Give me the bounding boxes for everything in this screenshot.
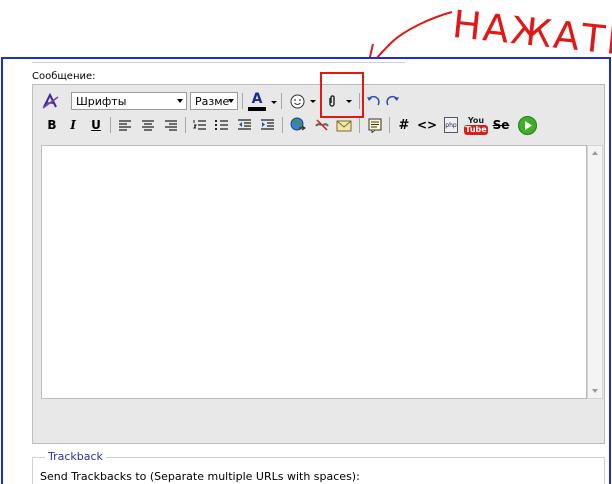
color-swatch bbox=[248, 106, 266, 111]
trackback-fieldset: Trackback Send Trackbacks to (Separate m… bbox=[32, 450, 605, 484]
toolbar-separator bbox=[282, 117, 283, 133]
toolbar-separator bbox=[359, 117, 360, 133]
quote-icon bbox=[368, 118, 382, 133]
toolbar-separator bbox=[110, 117, 111, 133]
bold-button[interactable]: B bbox=[44, 116, 60, 134]
scroll-up-icon[interactable] bbox=[592, 151, 598, 155]
redo-button[interactable] bbox=[385, 93, 401, 109]
outdent-button[interactable] bbox=[236, 117, 252, 133]
ordered-list-button[interactable] bbox=[191, 117, 207, 133]
media-play-button[interactable] bbox=[517, 115, 537, 135]
annotation-text: НАЖАТЬ bbox=[450, 2, 612, 65]
html-code-button[interactable]: <> bbox=[417, 116, 437, 134]
smilies-button[interactable] bbox=[288, 92, 306, 110]
chevron-down-icon bbox=[177, 99, 183, 103]
trackback-label: Send Trackbacks to (Separate multiple UR… bbox=[40, 470, 360, 483]
text-color-glyph: A bbox=[251, 90, 263, 107]
align-left-icon bbox=[119, 119, 131, 131]
trackback-legend: Trackback bbox=[45, 450, 106, 463]
insert-email-button[interactable] bbox=[335, 116, 353, 134]
ordered-list-icon bbox=[192, 120, 206, 130]
editor-toolbar: Шрифты Разме A B I U # <> php You Tube S… bbox=[33, 85, 604, 143]
bullet-list-icon bbox=[214, 120, 228, 130]
text-color-button[interactable]: A bbox=[245, 90, 269, 112]
size-select[interactable]: Разме bbox=[190, 92, 238, 110]
youtube-button[interactable]: You Tube bbox=[464, 114, 488, 136]
unordered-list-button[interactable] bbox=[213, 117, 229, 133]
remove-format-button[interactable] bbox=[41, 92, 61, 110]
strikethrough-button[interactable]: Se bbox=[490, 116, 512, 134]
divider bbox=[32, 59, 405, 63]
align-right-icon bbox=[165, 119, 177, 131]
font-select-value: Шрифты bbox=[76, 94, 127, 108]
insert-link-button[interactable] bbox=[289, 116, 307, 134]
italic-button[interactable]: I bbox=[65, 116, 81, 134]
annotation-highlight-box bbox=[320, 72, 364, 118]
php-code-button[interactable]: php bbox=[442, 116, 460, 134]
php-icon: php bbox=[444, 117, 458, 133]
textarea-scrollbar[interactable] bbox=[587, 145, 603, 399]
chevron-down-icon[interactable] bbox=[310, 100, 316, 103]
post-form-frame: Сообщение: Шрифты Разме A B I U # <> php… bbox=[1, 57, 611, 484]
font-select[interactable]: Шрифты bbox=[71, 92, 187, 110]
envelope-icon bbox=[336, 120, 352, 132]
indent-icon bbox=[260, 119, 274, 130]
wysiwyg-editor: Шрифты Разме A B I U # <> php You Tube S… bbox=[32, 84, 605, 444]
code-hash-button[interactable]: # bbox=[395, 116, 413, 134]
youtube-label-bottom: Tube bbox=[464, 124, 488, 135]
toolbar-separator bbox=[185, 117, 186, 133]
redo-icon bbox=[386, 95, 399, 106]
align-center-button[interactable] bbox=[140, 117, 156, 133]
play-icon bbox=[517, 115, 537, 135]
message-textarea[interactable] bbox=[41, 145, 587, 399]
underline-button[interactable]: U bbox=[88, 116, 104, 134]
toolbar-separator bbox=[281, 93, 282, 109]
quote-button[interactable] bbox=[366, 116, 384, 134]
align-right-button[interactable] bbox=[163, 117, 179, 133]
chevron-down-icon[interactable] bbox=[271, 101, 277, 104]
align-center-icon bbox=[142, 119, 154, 131]
scroll-down-icon[interactable] bbox=[592, 389, 598, 393]
unlink-icon bbox=[315, 119, 329, 131]
outdent-icon bbox=[237, 119, 251, 130]
undo-icon bbox=[367, 95, 380, 106]
globe-link-icon bbox=[290, 117, 306, 131]
smiley-icon bbox=[290, 94, 304, 108]
youtube-label-top: You bbox=[467, 115, 485, 125]
toolbar-separator bbox=[242, 93, 243, 109]
undo-button[interactable] bbox=[365, 93, 381, 109]
message-label: Сообщение: bbox=[32, 71, 96, 82]
chevron-down-icon bbox=[228, 99, 234, 103]
align-left-button[interactable] bbox=[117, 117, 133, 133]
size-select-value: Разме bbox=[195, 94, 230, 108]
indent-button[interactable] bbox=[259, 117, 275, 133]
toolbar-separator bbox=[389, 117, 390, 133]
remove-format-icon bbox=[42, 93, 59, 109]
remove-link-button[interactable] bbox=[313, 116, 331, 134]
